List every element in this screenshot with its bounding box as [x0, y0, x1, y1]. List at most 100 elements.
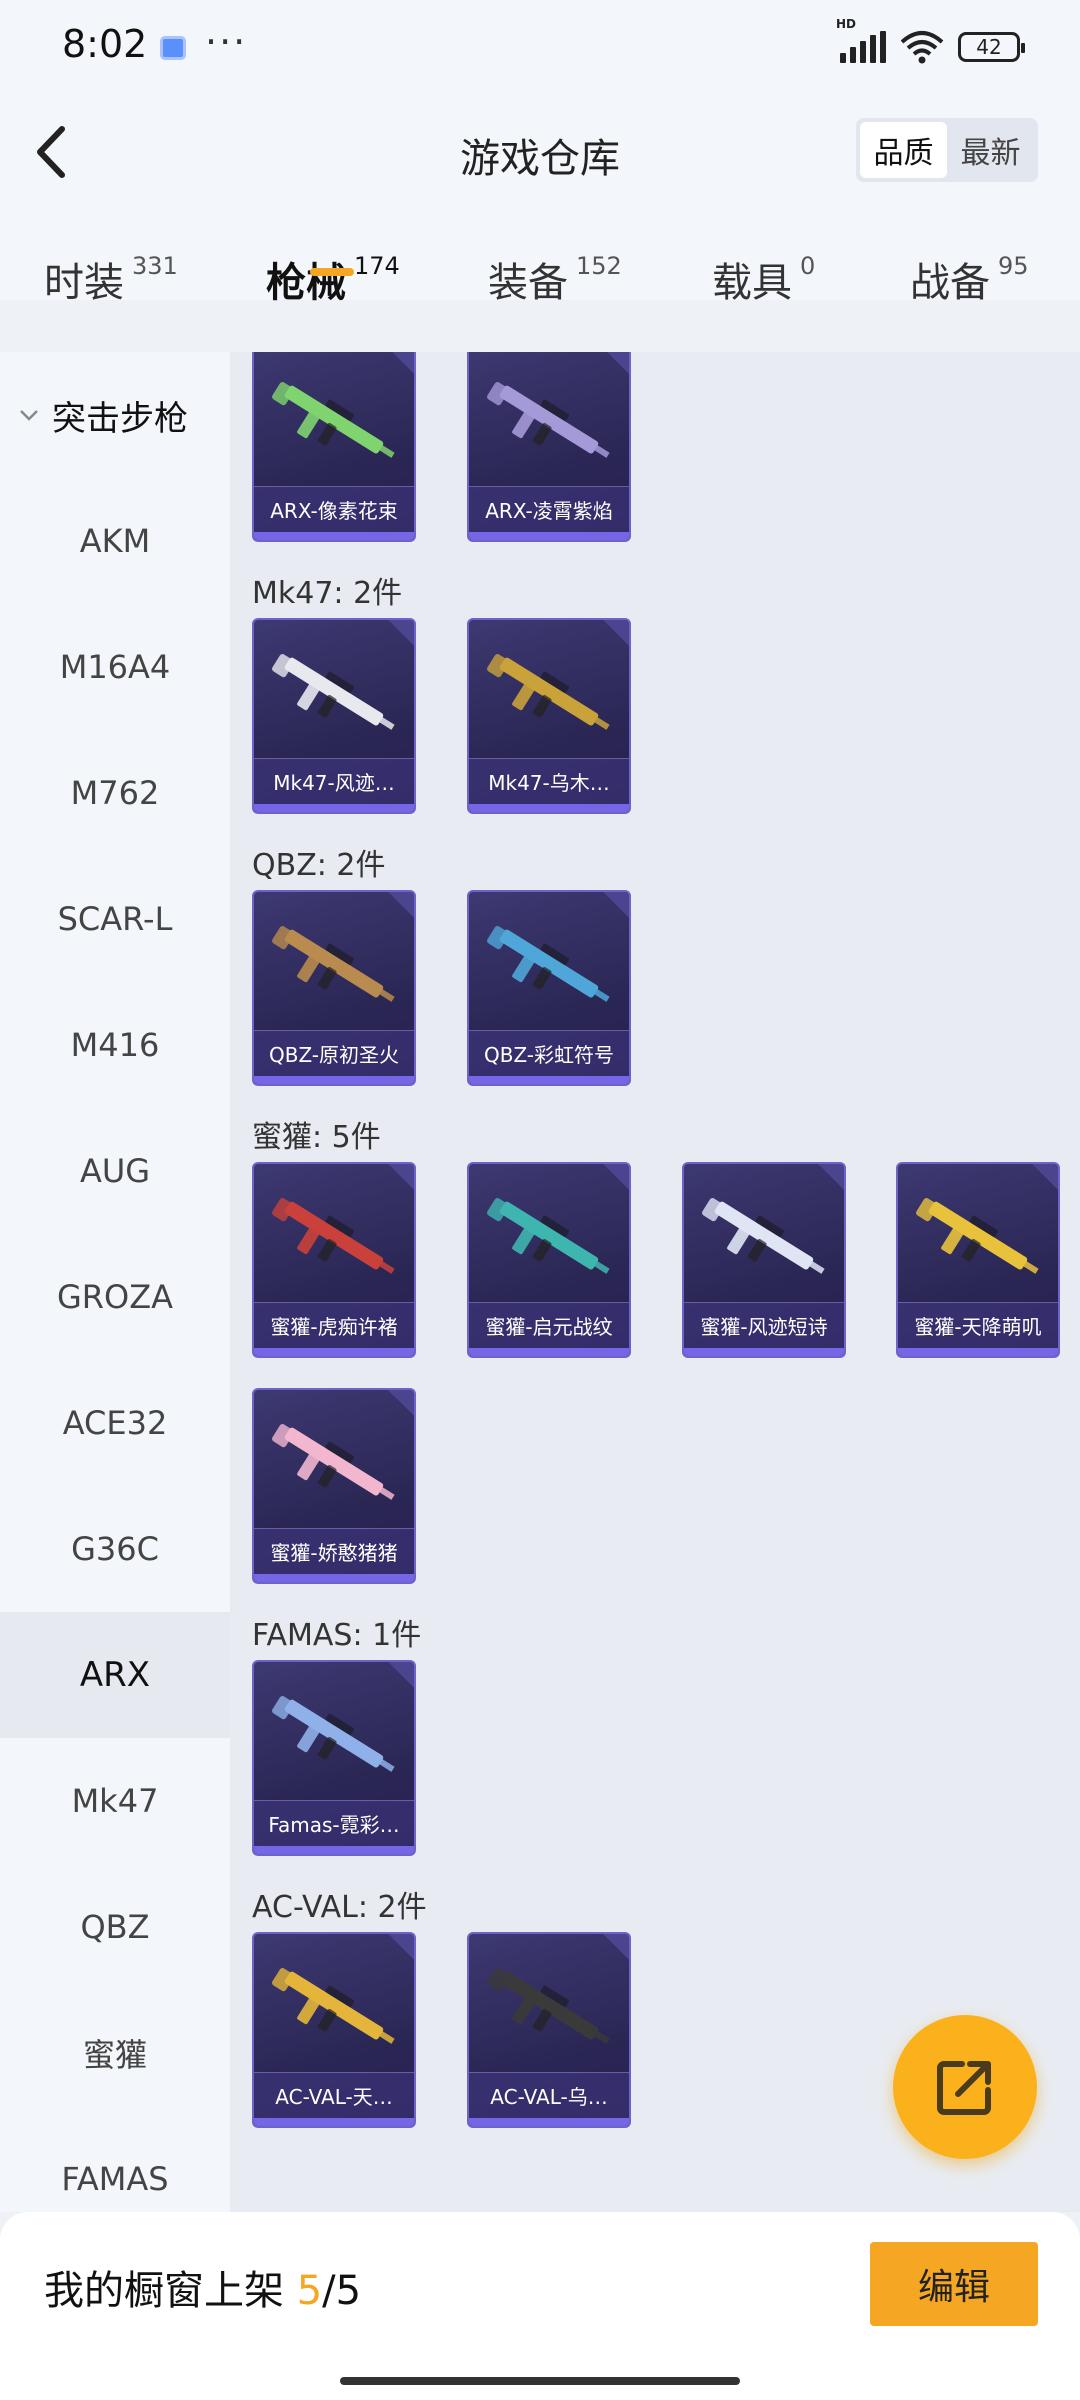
category-tabs: 时装 331 枪械 174 装备 152 载具 0 战备 95	[0, 250, 1080, 350]
tab-label: 载具	[712, 260, 792, 306]
showcase-label: 我的橱窗上架	[44, 2268, 284, 2314]
home-indicator[interactable]	[340, 2377, 740, 2385]
rifle-icon	[487, 926, 610, 1002]
rifle-icon	[487, 654, 610, 730]
tab-fashion[interactable]: 时装 331	[44, 250, 178, 308]
weapon-card[interactable]: 蜜獾-启元战纹	[467, 1162, 631, 1358]
weapon-card[interactable]: QBZ-彩虹符号	[467, 890, 631, 1086]
showcase-count: 5	[296, 2268, 323, 2314]
sidebar-item-g36c[interactable]: G36C	[0, 1486, 230, 1612]
rifle-icon	[272, 1968, 395, 2044]
tab-vehicles[interactable]: 载具 0	[712, 250, 815, 308]
tab-equipment[interactable]: 装备 152	[488, 250, 622, 308]
chevron-down-icon	[20, 410, 38, 421]
rifle-icon	[272, 654, 395, 730]
tab-label: 时装	[44, 260, 124, 306]
sort-quality-button[interactable]: 品质	[860, 122, 947, 178]
sidebar-item-aug[interactable]: AUG	[0, 1108, 230, 1234]
sidebar-group-label: 突击步枪	[52, 398, 188, 439]
share-fab[interactable]	[893, 2015, 1037, 2159]
weapon-card-label: Mk47-乌木…	[469, 758, 629, 804]
rifle-icon	[487, 1968, 610, 2044]
rifle-icon	[272, 1198, 395, 1274]
weapon-grid: ARX-像素花束 ARX-凌霄紫焰 Mk47: 2件 Mk47-风迹… Mk47-乌木……	[230, 352, 1080, 2212]
weapon-card[interactable]: ARX-凌霄紫焰	[467, 352, 631, 542]
weapon-card[interactable]: AC-VAL-乌…	[467, 1932, 631, 2128]
weapon-card[interactable]: 蜜獾-娇憨猪猪	[252, 1388, 416, 1584]
weapon-card-label: 蜜獾-启元战纹	[469, 1302, 629, 1348]
weapon-card[interactable]: 蜜獾-风迹短诗	[682, 1162, 846, 1358]
weapon-card-label: AC-VAL-乌…	[469, 2072, 629, 2118]
sidebar-item-m762[interactable]: M762	[0, 730, 230, 856]
signal-icon: HD	[836, 17, 886, 63]
weapon-card[interactable]: QBZ-原初圣火	[252, 890, 416, 1086]
header: 游戏仓库 品质 最新 时装 331 枪械 174 装备 152 载具 0 战备 …	[0, 100, 1080, 306]
weapon-card[interactable]: AC-VAL-天…	[252, 1932, 416, 2128]
tab-count: 0	[800, 252, 816, 280]
weapon-card[interactable]: 蜜獾-天降萌叽	[896, 1162, 1060, 1358]
sidebar-item-famas[interactable]: FAMAS	[0, 2116, 230, 2212]
status-time: 8:02	[62, 22, 148, 66]
sidebar-item-arx[interactable]: ARX	[0, 1612, 230, 1738]
rifle-icon	[272, 1424, 395, 1500]
rifle-icon	[272, 926, 395, 1002]
weapon-card-label: 蜜獾-风迹短诗	[684, 1302, 844, 1348]
showcase-status: 我的橱窗上架 5/5	[44, 2258, 361, 2316]
sidebar-item-groza[interactable]: GROZA	[0, 1234, 230, 1360]
battery-icon: 42	[958, 32, 1025, 62]
weapon-card[interactable]: Mk47-风迹…	[252, 618, 416, 814]
share-icon	[937, 2061, 991, 2115]
weapon-sidebar: 突击步枪 AKM M16A4 M762 SCAR-L M416 AUG GROZA ACE32…	[0, 352, 230, 2212]
sidebar-item-m416[interactable]: M416	[0, 982, 230, 1108]
sidebar-item-scar-l[interactable]: SCAR-L	[0, 856, 230, 982]
tab-count: 331	[132, 252, 178, 280]
weapon-card-label: QBZ-原初圣火	[254, 1030, 414, 1076]
rifle-icon	[272, 1696, 395, 1772]
status-icons: HD 42	[836, 17, 1025, 64]
tab-supplies[interactable]: 战备 95	[910, 250, 1029, 308]
tab-count: 174	[354, 252, 400, 280]
sidebar-group-assault-rifles[interactable]: 突击步枪	[0, 352, 230, 478]
weapon-card-label: 蜜獾-娇憨猪猪	[254, 1528, 414, 1574]
section-title: AC-VAL: 2件	[252, 1890, 427, 1925]
more-notifications-icon: ···	[205, 20, 248, 64]
weapon-card-label: 蜜獾-虎痴许褚	[254, 1302, 414, 1348]
rifle-icon	[487, 1198, 610, 1274]
weapon-card-label: QBZ-彩虹符号	[469, 1030, 629, 1076]
tab-count: 95	[998, 252, 1029, 280]
sidebar-item-qbz[interactable]: QBZ	[0, 1864, 230, 1990]
weapon-card-label: ARX-凌霄紫焰	[469, 486, 629, 532]
sidebar-item-m16a4[interactable]: M16A4	[0, 604, 230, 730]
showcase-bar: 我的橱窗上架 5/5 编辑	[0, 2212, 1080, 2400]
weapon-card-label: Mk47-风迹…	[254, 758, 414, 804]
section-title: FAMAS: 1件	[252, 1618, 422, 1653]
sort-latest-button[interactable]: 最新	[947, 122, 1034, 178]
tab-guns[interactable]: 枪械 174	[266, 250, 400, 308]
sort-toggle: 品质 最新	[856, 118, 1038, 182]
sidebar-item-蜜獾[interactable]: 蜜獾	[0, 1990, 230, 2116]
rifle-icon	[702, 1198, 825, 1274]
active-tab-indicator	[310, 268, 354, 276]
showcase-total: /5	[322, 2268, 362, 2314]
edit-button[interactable]: 编辑	[870, 2242, 1038, 2326]
weapon-card[interactable]: Famas-霓彩…	[252, 1660, 416, 1856]
weapon-card[interactable]: Mk47-乌木…	[467, 618, 631, 814]
rifle-icon	[487, 382, 610, 458]
weapon-card[interactable]: 蜜獾-虎痴许褚	[252, 1162, 416, 1358]
rifle-icon	[916, 1198, 1039, 1274]
tab-count: 152	[576, 252, 622, 280]
rifle-icon	[272, 382, 395, 458]
tab-label: 战备	[910, 260, 990, 306]
tab-label: 枪械	[266, 260, 346, 306]
weapon-card[interactable]: ARX-像素花束	[252, 352, 416, 542]
sidebar-item-ace32[interactable]: ACE32	[0, 1360, 230, 1486]
app-notification-icon	[160, 36, 186, 60]
weapon-card-label: ARX-像素花束	[254, 486, 414, 532]
section-title: QBZ: 2件	[252, 848, 386, 883]
weapon-card-label: 蜜獾-天降萌叽	[898, 1302, 1058, 1348]
wifi-icon	[900, 31, 944, 64]
sidebar-item-mk47[interactable]: Mk47	[0, 1738, 230, 1864]
status-bar: 8:02 ··· HD 42	[0, 0, 1080, 100]
sidebar-item-akm[interactable]: AKM	[0, 478, 230, 604]
tab-label: 装备	[488, 260, 568, 306]
